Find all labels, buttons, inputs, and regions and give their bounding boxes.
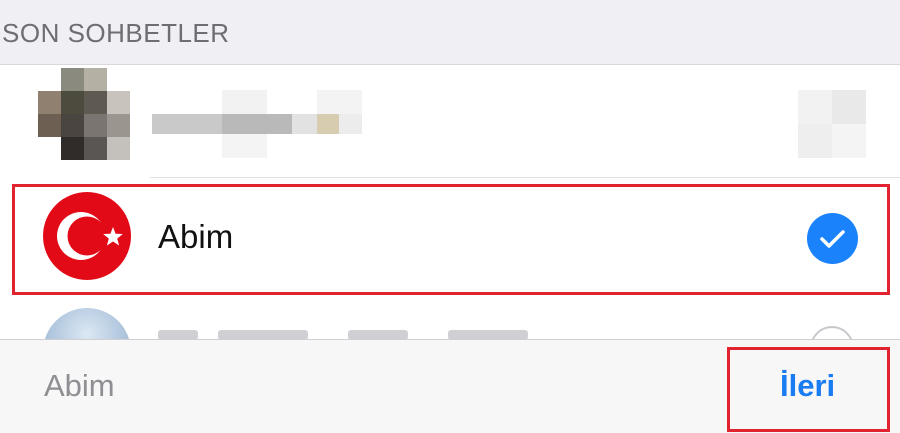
blurred-name	[152, 90, 362, 160]
row-divider	[150, 177, 900, 178]
selected-contacts-label: Abim	[44, 368, 115, 403]
next-button-highlight	[727, 347, 890, 432]
selection-highlight	[12, 184, 890, 295]
blurred-indicator	[798, 90, 866, 160]
chat-row[interactable]	[0, 65, 900, 178]
section-title: SON SOHBETLER	[2, 18, 230, 48]
section-header: SON SOHBETLER	[0, 0, 900, 65]
blurred-avatar	[38, 68, 130, 160]
